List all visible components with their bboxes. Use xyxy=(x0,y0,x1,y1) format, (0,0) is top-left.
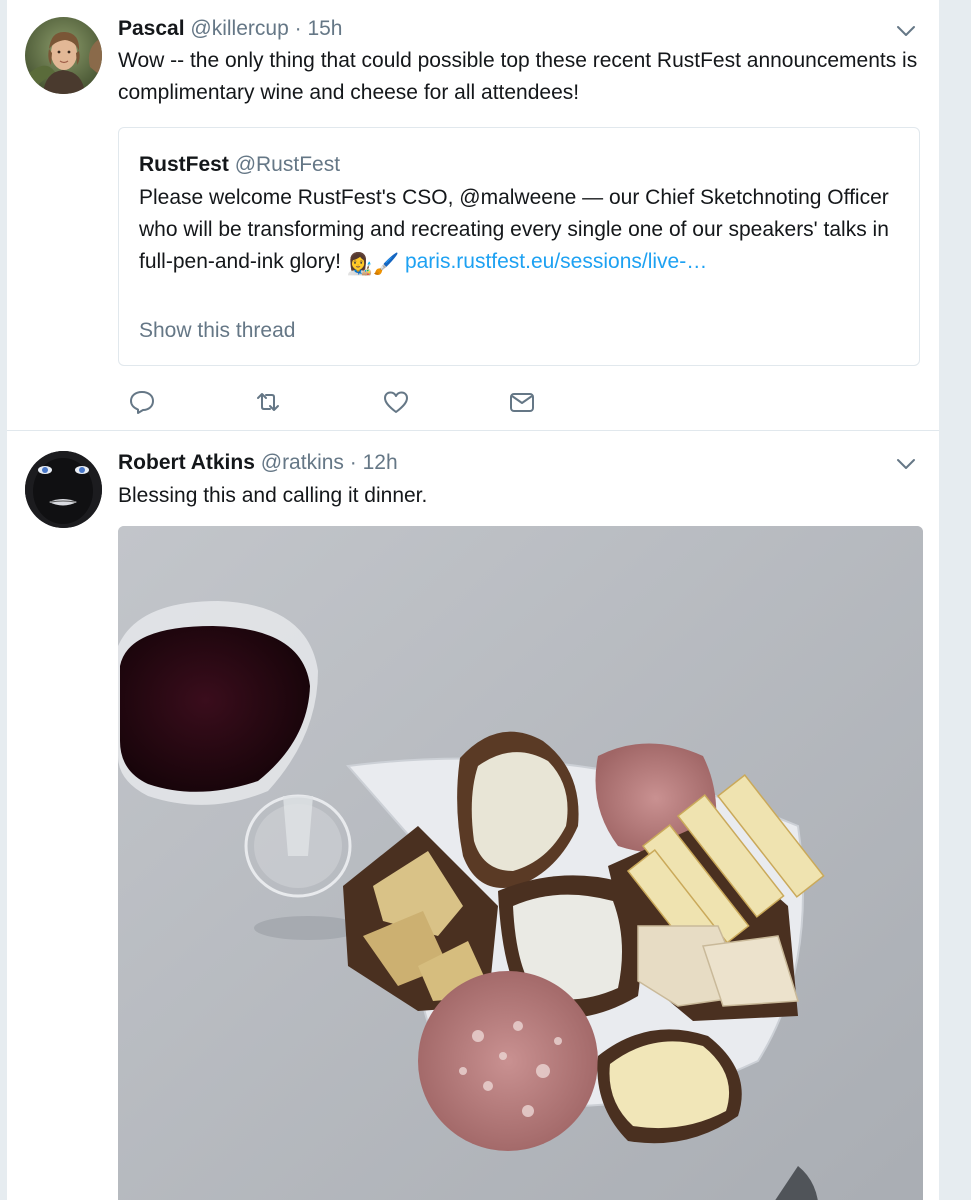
tweet-actions xyxy=(118,388,568,418)
author-name[interactable]: Pascal xyxy=(118,17,185,40)
artist-emoji: 👩‍🎨 xyxy=(346,253,373,276)
reply-icon[interactable] xyxy=(128,388,158,418)
tweet-header: Robert Atkins @ratkins · 12h xyxy=(118,450,398,476)
tweet-text: Blessing this and calling it dinner. xyxy=(118,484,428,507)
like-icon[interactable] xyxy=(382,388,412,418)
timestamp[interactable]: 15h xyxy=(307,17,342,40)
author-name[interactable]: Robert Atkins xyxy=(118,451,255,474)
quoted-tweet[interactable]: RustFest @RustFest Please welcome RustFe… xyxy=(118,127,920,366)
show-thread-link[interactable]: Show this thread xyxy=(139,318,295,344)
quoted-tweet-header: RustFest @RustFest xyxy=(139,152,340,178)
chevron-down-icon[interactable] xyxy=(895,20,917,42)
timeline: Pascal @killercup · 15h Wow -- the only … xyxy=(7,0,939,1200)
author-handle[interactable]: @ratkins xyxy=(261,451,344,474)
separator: · xyxy=(294,17,302,40)
timestamp[interactable]: 12h xyxy=(363,451,398,474)
tweet[interactable]: Robert Atkins @ratkins · 12h Blessing th… xyxy=(7,432,939,1200)
chevron-down-icon[interactable] xyxy=(895,453,917,475)
tweet-header: Pascal @killercup · 15h xyxy=(118,16,343,42)
quoted-link[interactable]: paris.rustfest.eu/sessions/live-… xyxy=(405,250,707,273)
paintbrush-emoji: 🖌️ xyxy=(372,253,400,276)
right-gutter xyxy=(939,0,971,1200)
separator: · xyxy=(349,451,357,474)
avatar[interactable] xyxy=(25,17,102,94)
quoted-tweet-text: Please welcome RustFest's CSO, @malweene… xyxy=(139,182,899,281)
author-handle[interactable]: @killercup xyxy=(190,17,288,40)
quoted-author-name: RustFest xyxy=(139,153,229,176)
direct-message-icon[interactable] xyxy=(508,388,538,418)
tweet-text: Wow -- the only thing that could possibl… xyxy=(118,49,918,104)
retweet-icon[interactable] xyxy=(254,388,284,418)
tweet-photo[interactable] xyxy=(118,526,923,1200)
quoted-author-handle: @RustFest xyxy=(234,153,341,176)
avatar[interactable] xyxy=(25,451,102,528)
tweet[interactable]: Pascal @killercup · 15h Wow -- the only … xyxy=(7,0,939,431)
